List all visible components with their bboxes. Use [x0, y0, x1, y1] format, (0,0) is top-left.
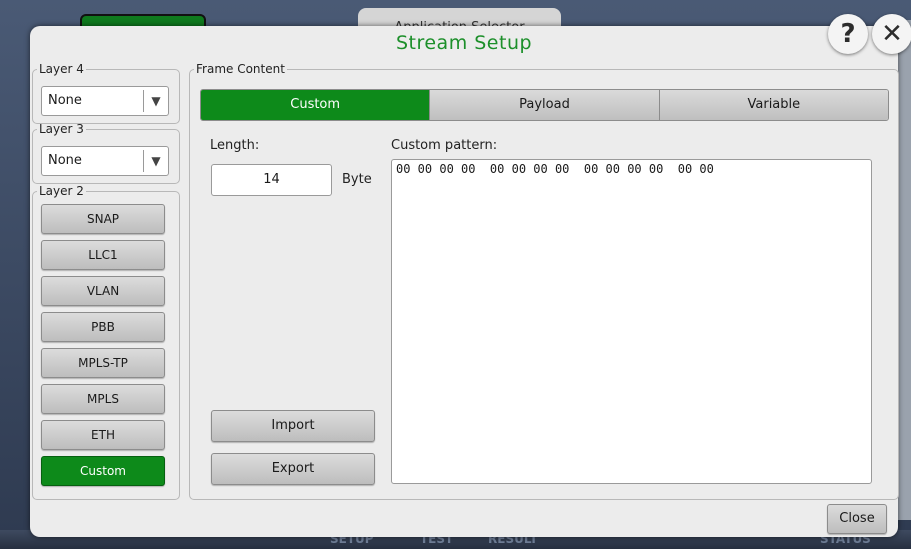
tab-payload[interactable]: Payload — [429, 90, 659, 120]
length-unit: Byte — [342, 172, 372, 187]
custom-pattern-field[interactable]: 00 00 00 00 00 00 00 00 00 00 00 00 00 0… — [391, 159, 872, 484]
length-input[interactable]: 14 — [211, 164, 332, 196]
layer4-select-value: None — [48, 93, 82, 108]
layer2-custom-button[interactable]: Custom — [41, 456, 165, 486]
layer2-legend: Layer 2 — [39, 184, 84, 198]
tab-custom[interactable]: Custom — [201, 90, 430, 120]
layer3-select-value: None — [48, 153, 82, 168]
layer2-pbb-button[interactable]: PBB — [41, 312, 165, 342]
layer2-mpls-tp-button[interactable]: MPLS-TP — [41, 348, 165, 378]
layer4-select[interactable]: None ▼ — [41, 86, 169, 116]
import-button[interactable]: Import — [211, 410, 375, 442]
layer3-group: Layer 3 None ▼ — [32, 122, 180, 184]
help-icon[interactable]: ? — [828, 14, 868, 54]
frame-content-tabs: Custom Payload Variable — [200, 89, 889, 121]
layer2-snap-button[interactable]: SNAP — [41, 204, 165, 234]
layer4-legend: Layer 4 — [39, 62, 84, 76]
layer2-vlan-button[interactable]: VLAN — [41, 276, 165, 306]
layer2-eth-button[interactable]: ETH — [41, 420, 165, 450]
frame-content-group: Frame Content Custom Payload Variable Le… — [189, 62, 899, 500]
export-button[interactable]: Export — [211, 453, 375, 485]
layer3-legend: Layer 3 — [39, 122, 84, 136]
layer2-mpls-button[interactable]: MPLS — [41, 384, 165, 414]
close-button[interactable]: Close — [827, 504, 887, 534]
layer2-llc1-button[interactable]: LLC1 — [41, 240, 165, 270]
layer4-group: Layer 4 None ▼ — [32, 62, 180, 124]
custom-pattern-label: Custom pattern: — [391, 138, 498, 153]
close-icon[interactable]: ✕ — [872, 14, 911, 54]
dialog-title: Stream Setup — [395, 32, 533, 54]
layer3-select[interactable]: None ▼ — [41, 146, 169, 176]
dropdown-arrow-icon[interactable]: ▼ — [143, 90, 168, 112]
stream-setup-dialog: Stream Setup ? ✕ Layer 4 None ▼ Layer 3 … — [30, 14, 911, 537]
tab-variable[interactable]: Variable — [658, 90, 888, 120]
layer2-group: Layer 2 SNAP LLC1 VLAN PBB MPLS-TP MPLS … — [32, 184, 180, 500]
dropdown-arrow-icon[interactable]: ▼ — [143, 150, 168, 172]
length-label: Length: — [210, 138, 260, 153]
frame-content-legend: Frame Content — [196, 62, 285, 76]
